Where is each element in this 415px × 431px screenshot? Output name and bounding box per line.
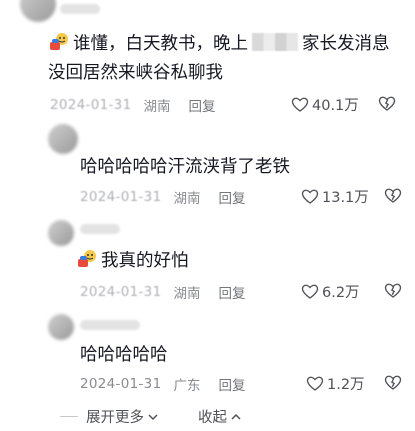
dislike-icon[interactable] [384, 187, 402, 205]
reply-button[interactable]: 回复 [218, 374, 245, 394]
avatar[interactable] [48, 220, 74, 246]
hand-emoji-icon [48, 31, 70, 53]
chevron-down-icon [148, 413, 158, 420]
comment-text-suffix: 家长发消息 [302, 34, 390, 54]
like-button[interactable]: 1.2万 [306, 373, 365, 394]
username-redacted[interactable] [80, 224, 120, 234]
avatar[interactable] [48, 124, 78, 154]
username-redacted[interactable] [60, 4, 100, 14]
reply-button[interactable]: 回复 [188, 95, 215, 115]
like-count: 40.1万 [312, 98, 359, 114]
comment-meta: 2024-01-31 湖南 回复 [80, 282, 245, 302]
comment-date: 2024-01-31 [80, 284, 162, 300]
heart-icon [301, 284, 319, 299]
like-count: 6.2万 [322, 285, 360, 301]
comment-location: 湖南 [173, 191, 201, 207]
reply-button[interactable]: 回复 [218, 282, 245, 302]
comment-date: 2024-01-31 [50, 97, 132, 113]
comment-meta: 2024-01-31 广东 回复 [80, 374, 245, 394]
divider [60, 416, 78, 417]
avatar[interactable] [48, 314, 74, 340]
like-count: 1.2万 [327, 377, 365, 393]
comment-meta: 2024-01-31 湖南 回复 [50, 95, 215, 115]
comment-date: 2024-01-31 [80, 376, 162, 392]
comment-location: 湖南 [143, 99, 171, 115]
comment-date: 2024-01-31 [80, 189, 162, 205]
comment-text: 哈哈哈哈哈 [80, 345, 168, 365]
comment-text: 哈哈哈哈哈汗流浃背了老铁 [80, 157, 290, 177]
reply-button[interactable]: 回复 [218, 187, 245, 207]
comment-location: 湖南 [173, 286, 201, 302]
dislike-icon[interactable] [378, 95, 396, 113]
like-count: 13.1万 [322, 190, 369, 206]
expand-more-button[interactable]: 展开更多 [86, 406, 159, 427]
comment-text: 谁懂，白天教书，晚上 家长发消息 [48, 31, 390, 58]
hand-emoji-icon [76, 248, 98, 270]
collapse-label: 收起 [198, 410, 227, 426]
comment-text: 我真的好怕 [76, 248, 189, 275]
like-button[interactable]: 13.1万 [301, 186, 369, 207]
comment-meta: 2024-01-31 湖南 回复 [80, 187, 245, 207]
like-button[interactable]: 6.2万 [301, 281, 360, 302]
heart-icon [291, 97, 309, 112]
like-button[interactable]: 40.1万 [291, 94, 359, 115]
username-redacted[interactable] [80, 320, 140, 330]
comment-text-prefix: 谁懂，白天教书，晚上 [73, 34, 248, 54]
dislike-icon[interactable] [384, 374, 402, 392]
dislike-icon[interactable] [384, 282, 402, 300]
heart-icon [306, 376, 324, 391]
collapse-button[interactable]: 收起 [198, 406, 242, 427]
chevron-up-icon [231, 413, 241, 420]
comment-text-body: 我真的好怕 [101, 251, 189, 271]
avatar[interactable] [20, 0, 56, 22]
expand-more-label: 展开更多 [86, 410, 144, 426]
redacted-mosaic [252, 33, 298, 51]
comment-text-line2: 没回居然来峡谷私聊我 [48, 63, 223, 83]
heart-icon [301, 189, 319, 204]
comment-location: 广东 [173, 378, 201, 394]
